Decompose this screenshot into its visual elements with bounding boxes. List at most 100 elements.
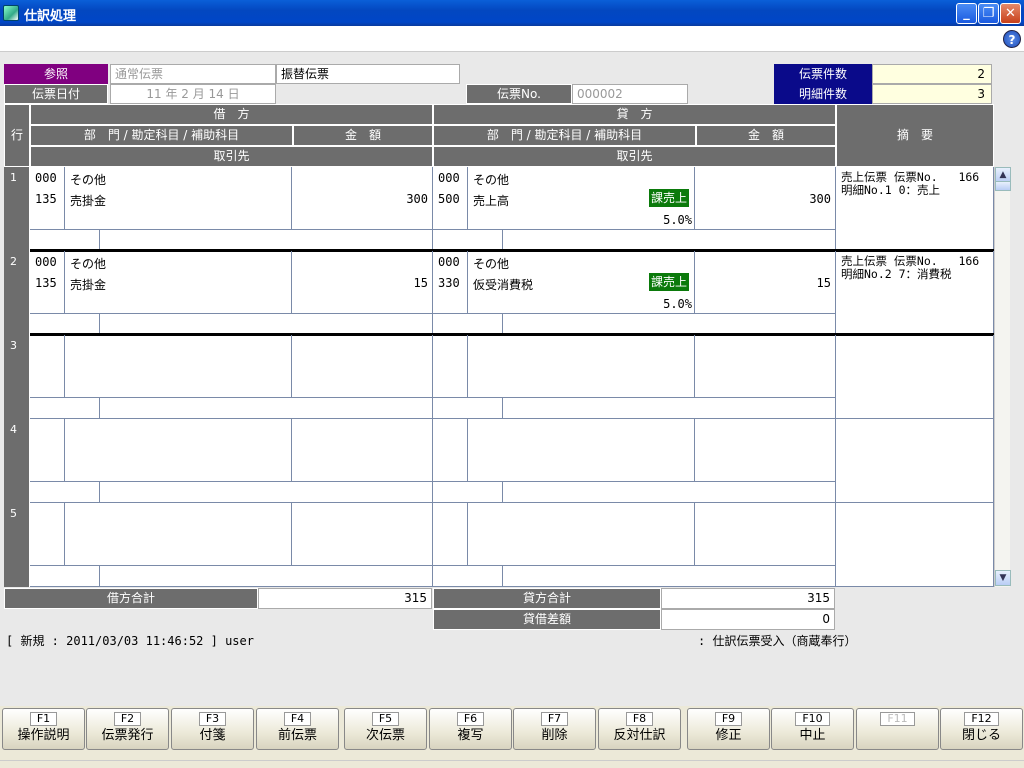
balance-diff-label: 貸借差額 xyxy=(433,609,661,630)
close-button[interactable]: ✕ xyxy=(1000,3,1021,24)
fkey-label: F11 xyxy=(880,712,915,726)
fkey-f5-button[interactable]: F5 次伝票 xyxy=(344,708,427,750)
fkey-caption: 操作説明 xyxy=(17,728,70,743)
fkey-f6-button[interactable]: F6 複写 xyxy=(429,708,512,750)
credit-dept-code-cell[interactable] xyxy=(433,419,468,482)
debit-dept-code-cell[interactable] xyxy=(30,335,65,398)
debit-dept-code-cell[interactable] xyxy=(30,419,65,482)
row-number: 2 xyxy=(4,251,30,335)
debit-account-code: 135 xyxy=(35,192,57,206)
fkey-caption: 中止 xyxy=(799,728,826,743)
credit-account-code: 500 xyxy=(438,192,460,206)
credit-account-cell[interactable] xyxy=(468,503,695,566)
debit-total-value: 315 xyxy=(258,588,432,609)
slip-no-field[interactable]: 000002 xyxy=(572,84,688,104)
fkey-caption: 反対仕訳 xyxy=(613,728,666,743)
fkey-f8-button[interactable]: F8 反対仕訳 xyxy=(598,708,681,750)
credit-account-cell[interactable] xyxy=(468,335,695,398)
credit-partner-code-cell[interactable] xyxy=(433,314,503,335)
credit-account-header: 部 門 / 勘定科目 / 補助科目 xyxy=(433,125,696,146)
credit-amount-cell[interactable] xyxy=(695,419,836,482)
debit-amount-cell[interactable] xyxy=(292,335,433,398)
debit-partner-code-cell[interactable] xyxy=(30,398,100,419)
tax-rate: 5.0% xyxy=(663,213,692,227)
credit-partner-cell[interactable] xyxy=(503,566,836,587)
vertical-scrollbar[interactable]: ▲ ▼ xyxy=(994,167,1011,587)
credit-amount-cell[interactable] xyxy=(695,503,836,566)
credit-dept-code-cell[interactable] xyxy=(433,335,468,398)
journal-grid: 1 000 その他 135 売掛金 300 000 その他 500 売上高 課売上 5.0% 300 売上… xyxy=(4,167,994,587)
credit-partner-cell[interactable] xyxy=(503,314,836,335)
fkey-caption: 次伝票 xyxy=(365,728,405,743)
debit-account-cell[interactable] xyxy=(65,503,292,566)
debit-partner-code-cell[interactable] xyxy=(30,482,100,503)
debit-dept-code-cell[interactable] xyxy=(30,503,65,566)
credit-total-label: 貸方合計 xyxy=(433,588,661,609)
fkey-f1-button[interactable]: F1 操作説明 xyxy=(2,708,85,750)
credit-partner-cell[interactable] xyxy=(503,230,836,251)
fkey-f3-button[interactable]: F3 付箋 xyxy=(171,708,254,750)
normal-slip-field[interactable]: 通常伝票 xyxy=(110,64,276,84)
debit-partner-code-cell[interactable] xyxy=(30,566,100,587)
debit-amount-cell[interactable] xyxy=(292,503,433,566)
credit-account-cell[interactable] xyxy=(468,419,695,482)
credit-partner-code-cell[interactable] xyxy=(433,230,503,251)
credit-partner-code-cell[interactable] xyxy=(433,398,503,419)
debit-account-name: 売掛金 xyxy=(70,194,107,208)
credit-amount-header: 金 額 xyxy=(696,125,836,146)
debit-partner-cell[interactable] xyxy=(100,230,433,251)
debit-partner-cell[interactable] xyxy=(100,314,433,335)
credit-amount: 300 xyxy=(809,192,831,206)
fkey-f11-button[interactable]: F11 xyxy=(856,708,939,750)
credit-partner-cell[interactable] xyxy=(503,398,836,419)
debit-dept-name: その他 xyxy=(70,173,107,187)
row-header: 行 xyxy=(4,104,30,167)
fkey-f9-button[interactable]: F9 修正 xyxy=(687,708,770,750)
toolbar-strip xyxy=(0,26,1024,52)
fkey-f7-button[interactable]: F7 削除 xyxy=(513,708,596,750)
debit-account-code: 135 xyxy=(35,276,57,290)
debit-account-header: 部 門 / 勘定科目 / 補助科目 xyxy=(30,125,293,146)
maximize-button[interactable]: ❐ xyxy=(978,3,999,24)
credit-partner-cell[interactable] xyxy=(503,482,836,503)
debit-account-cell[interactable] xyxy=(65,335,292,398)
scroll-thumb[interactable] xyxy=(995,181,1011,191)
debit-partner-code-cell[interactable] xyxy=(30,314,100,335)
credit-amount-cell[interactable] xyxy=(695,335,836,398)
credit-dept-name: その他 xyxy=(473,257,510,271)
fkey-f4-button[interactable]: F4 前伝票 xyxy=(256,708,339,750)
fkey-label: F12 xyxy=(964,712,999,726)
debit-partner-code-cell[interactable] xyxy=(30,230,100,251)
credit-header: 貸 方 xyxy=(433,104,836,125)
debit-partner-cell[interactable] xyxy=(100,482,433,503)
debit-account-cell[interactable] xyxy=(65,419,292,482)
credit-partner-code-cell[interactable] xyxy=(433,566,503,587)
fkey-f2-button[interactable]: F2 伝票発行 xyxy=(86,708,169,750)
debit-partner-cell[interactable] xyxy=(100,566,433,587)
slip-no-label: 伝票No. xyxy=(466,84,572,104)
debit-partner-cell[interactable] xyxy=(100,398,433,419)
minimize-button[interactable]: _ xyxy=(956,3,977,24)
fkey-caption: 複写 xyxy=(457,728,484,743)
ref-label: 参照 xyxy=(4,64,108,84)
memo-cell[interactable] xyxy=(836,503,994,587)
fkey-label: F3 xyxy=(198,712,227,726)
fkey-f12-button[interactable]: F12 閉じる xyxy=(940,708,1023,750)
fkey-caption: 伝票発行 xyxy=(101,728,154,743)
memo-cell[interactable] xyxy=(836,419,994,503)
tax-category-badge: 課売上 xyxy=(649,273,690,291)
row-number: 1 xyxy=(4,167,30,251)
date-field[interactable]: 11 年 2 月 14 日 xyxy=(110,84,276,104)
fkey-label: F7 xyxy=(540,712,569,726)
memo-cell[interactable] xyxy=(836,335,994,419)
credit-partner-header: 取引先 xyxy=(433,146,836,167)
debit-amount-cell[interactable] xyxy=(292,419,433,482)
scroll-down-icon[interactable]: ▼ xyxy=(995,570,1011,586)
debit-account-name: 売掛金 xyxy=(70,278,107,292)
credit-dept-name: その他 xyxy=(473,173,510,187)
credit-partner-code-cell[interactable] xyxy=(433,482,503,503)
credit-dept-code-cell[interactable] xyxy=(433,503,468,566)
help-icon[interactable]: ? xyxy=(1003,30,1021,48)
fkey-f10-button[interactable]: F10 中止 xyxy=(771,708,854,750)
transfer-slip-field[interactable]: 振替伝票 xyxy=(276,64,460,84)
